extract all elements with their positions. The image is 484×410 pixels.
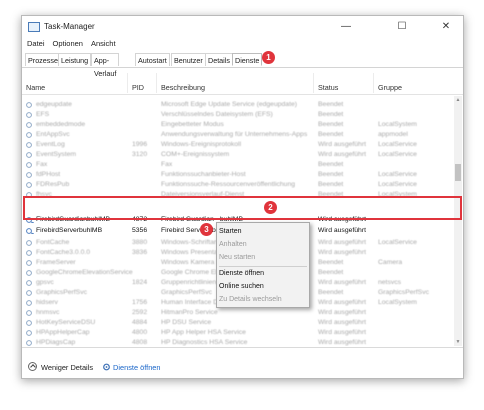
column-separator[interactable] — [373, 73, 374, 93]
menu-file[interactable]: Datei — [27, 39, 45, 48]
column-separator[interactable] — [127, 73, 128, 93]
services-gear-icon — [102, 363, 111, 371]
tab-users[interactable]: Benutzer — [171, 53, 206, 66]
service-gear-icon — [26, 239, 34, 246]
table-row[interactable]: FDResPub Funktionssuche-Ressourcenveröffe… — [22, 180, 453, 190]
service-gear-icon — [26, 101, 34, 108]
service-gear-icon — [26, 259, 34, 266]
window-title: Task-Manager — [44, 22, 95, 31]
service-gear-icon — [26, 329, 34, 336]
scroll-thumb[interactable] — [455, 164, 461, 181]
tab-startup[interactable]: Autostart — [135, 53, 170, 66]
service-gear-icon — [26, 279, 34, 286]
table-row[interactable]: EventLog 1996 Windows-Ereignisprotokoll Wir… — [22, 140, 453, 150]
column-pid[interactable]: PID — [132, 83, 144, 92]
menu-options[interactable]: Optionen — [53, 39, 83, 48]
column-description[interactable]: Beschreibung — [161, 83, 205, 92]
tab-processes[interactable]: Prozesse — [25, 53, 61, 66]
service-gear-icon — [26, 171, 34, 178]
table-row[interactable]: HPDiagsCap 4808 HP Diagnostics HSA Service… — [22, 338, 453, 346]
vertical-scrollbar[interactable]: ▲ ▼ — [454, 96, 462, 346]
close-button[interactable]: ✕ — [429, 16, 463, 38]
tab-details[interactable]: Details — [205, 53, 233, 66]
footer-bar: Weniger Details Dienste öffnen — [22, 347, 463, 378]
menu-item-start[interactable]: Starten — [217, 226, 309, 238]
column-separator[interactable] — [313, 73, 314, 93]
table-row[interactable]: EventSystem 3120 COM+-Ereignissystem Wird a… — [22, 150, 453, 160]
task-manager-app-icon — [28, 22, 40, 32]
service-status: Wird ausgeführt — [318, 227, 366, 234]
table-row[interactable]: EntAppSvc Anwendungsverwaltung für Untern… — [22, 130, 453, 140]
service-gear-icon — [26, 319, 34, 326]
service-gear-icon — [26, 227, 34, 234]
minimize-button[interactable]: — — [329, 16, 363, 38]
service-gear-icon — [26, 269, 34, 276]
annotation-badge-1: 1 — [262, 51, 275, 64]
scroll-up-icon[interactable]: ▲ — [454, 96, 462, 104]
column-separator[interactable] — [156, 73, 157, 93]
service-gear-icon — [26, 289, 34, 296]
table-row[interactable]: EFS Verschlüsselndes Dateisystem (EFS) Bee… — [22, 110, 453, 120]
menu-item-open-services[interactable]: Dienste öffnen — [217, 268, 309, 280]
table-row[interactable]: hnmsvc 2592 HitmanPro Service Wird ausgefüh… — [22, 308, 453, 318]
tab-services[interactable]: Dienste — [232, 53, 263, 66]
scroll-down-icon[interactable]: ▼ — [454, 338, 462, 346]
service-gear-icon — [26, 161, 34, 168]
column-name[interactable]: Name — [26, 83, 45, 92]
menu-separator — [219, 266, 307, 267]
service-gear-icon — [26, 141, 34, 148]
tab-performance[interactable]: Leistung — [58, 53, 92, 66]
table-row[interactable]: HPAppHelperCap 4800 HP App Helper HSA Serv… — [22, 328, 453, 338]
table-row[interactable]: edgeupdate Microsoft Edge Update Service … — [22, 100, 453, 110]
menu-bar: Datei Optionen Ansicht — [22, 39, 119, 51]
title-bar: Task-Manager — ☐ ✕ — [22, 16, 463, 38]
open-services-link[interactable]: Dienste öffnen — [113, 363, 161, 372]
services-list: edgeupdate Microsoft Edge Update Service … — [22, 96, 453, 346]
service-pid: 5356 — [132, 227, 148, 234]
table-row[interactable]: fdPHost Funktionssuchanbieter-Host Beendet… — [22, 170, 453, 180]
highlight-box-firebird-rows — [23, 196, 462, 220]
service-gear-icon — [26, 249, 34, 256]
maximize-button[interactable]: ☐ — [385, 16, 419, 38]
menu-item-pause[interactable]: Anhalten — [217, 239, 309, 251]
column-status[interactable]: Status — [318, 83, 338, 92]
tab-app-history[interactable]: App-Verlauf — [91, 53, 120, 78]
service-gear-icon — [26, 131, 34, 138]
menu-item-restart[interactable]: Neu starten — [217, 252, 309, 264]
column-header: Name PID Beschreibung Status Gruppe — [22, 69, 463, 95]
service-gear-icon — [26, 111, 34, 118]
collapse-chevron-icon[interactable] — [28, 362, 37, 371]
menu-item-search-online[interactable]: Online suchen — [217, 281, 309, 293]
menu-view[interactable]: Ansicht — [91, 39, 116, 48]
tab-divider — [22, 67, 463, 68]
context-menu: Starten Anhalten Neu starten Dienste öff… — [216, 222, 310, 308]
table-row[interactable]: HotKeyServiceDSU 4884 HP DSU Service Wird a… — [22, 318, 453, 328]
service-name: FirebirdServerbuhlMB — [36, 227, 103, 234]
menu-item-go-to-details[interactable]: Zu Details wechseln — [217, 294, 309, 306]
service-gear-icon — [26, 309, 34, 316]
service-gear-icon — [26, 151, 34, 158]
fewer-details-button[interactable]: Weniger Details — [41, 363, 93, 372]
annotation-badge-2: 2 — [264, 201, 277, 214]
column-group[interactable]: Gruppe — [378, 83, 402, 92]
service-gear-icon — [26, 299, 34, 306]
table-row[interactable]: embeddedmode Eingebetteter Modus Beendet Lo… — [22, 120, 453, 130]
annotation-badge-3: 3 — [200, 223, 213, 236]
service-gear-icon — [26, 181, 34, 188]
table-row[interactable]: Fax Fax Beendet — [22, 160, 453, 170]
service-gear-icon — [26, 121, 34, 128]
service-gear-icon — [26, 339, 34, 346]
